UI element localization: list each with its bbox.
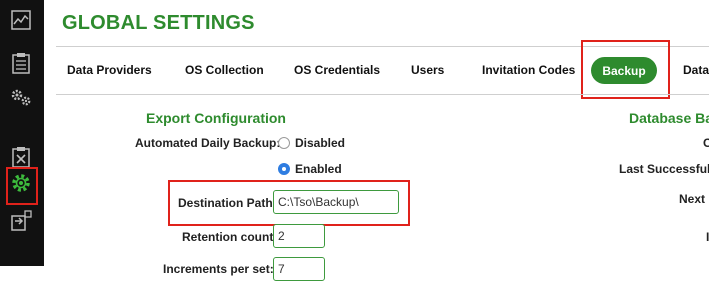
export-configuration-title: Export Configuration xyxy=(146,110,286,126)
retention-count-input[interactable]: 2 xyxy=(273,224,325,248)
clipboard-x-icon[interactable] xyxy=(10,146,32,168)
radio-disabled[interactable] xyxy=(278,137,290,149)
sidebar xyxy=(0,0,44,266)
increments-per-set-label: Increments per set: xyxy=(163,262,274,276)
last-successful-label: Last Successful E xyxy=(619,162,709,176)
retention-count-label: Retention count: xyxy=(182,230,278,244)
tab-os-credentials[interactable]: OS Credentials xyxy=(294,63,380,77)
tab-os-collection[interactable]: OS Collection xyxy=(185,63,264,77)
chart-icon[interactable] xyxy=(10,9,32,31)
gears-icon[interactable] xyxy=(10,86,32,108)
database-row1-label: C xyxy=(703,136,709,150)
destination-path-highlight xyxy=(168,180,410,226)
increments-per-set-input[interactable]: 7 xyxy=(273,257,325,281)
settings-gear-icon[interactable] xyxy=(10,172,32,194)
next-backup-label: Next I xyxy=(679,192,709,206)
option-enabled-label[interactable]: Enabled xyxy=(295,162,342,176)
tab-data-providers[interactable]: Data Providers xyxy=(67,63,152,77)
radio-enabled[interactable] xyxy=(278,163,290,175)
tab-invitation-codes[interactable]: Invitation Codes xyxy=(482,63,575,77)
database-backup-title: Database Bac xyxy=(629,110,709,126)
export-icon[interactable] xyxy=(10,210,32,232)
daily-backup-label: Automated Daily Backup: xyxy=(135,136,281,150)
option-disabled-label[interactable]: Disabled xyxy=(295,136,345,150)
clipboard-icon[interactable] xyxy=(10,52,32,74)
tabs-divider-bottom xyxy=(56,94,709,95)
tab-users[interactable]: Users xyxy=(411,63,444,77)
tab-data[interactable]: Data xyxy=(683,63,709,77)
page-title: GLOBAL SETTINGS xyxy=(62,12,255,34)
backup-tab-highlight xyxy=(581,40,670,99)
